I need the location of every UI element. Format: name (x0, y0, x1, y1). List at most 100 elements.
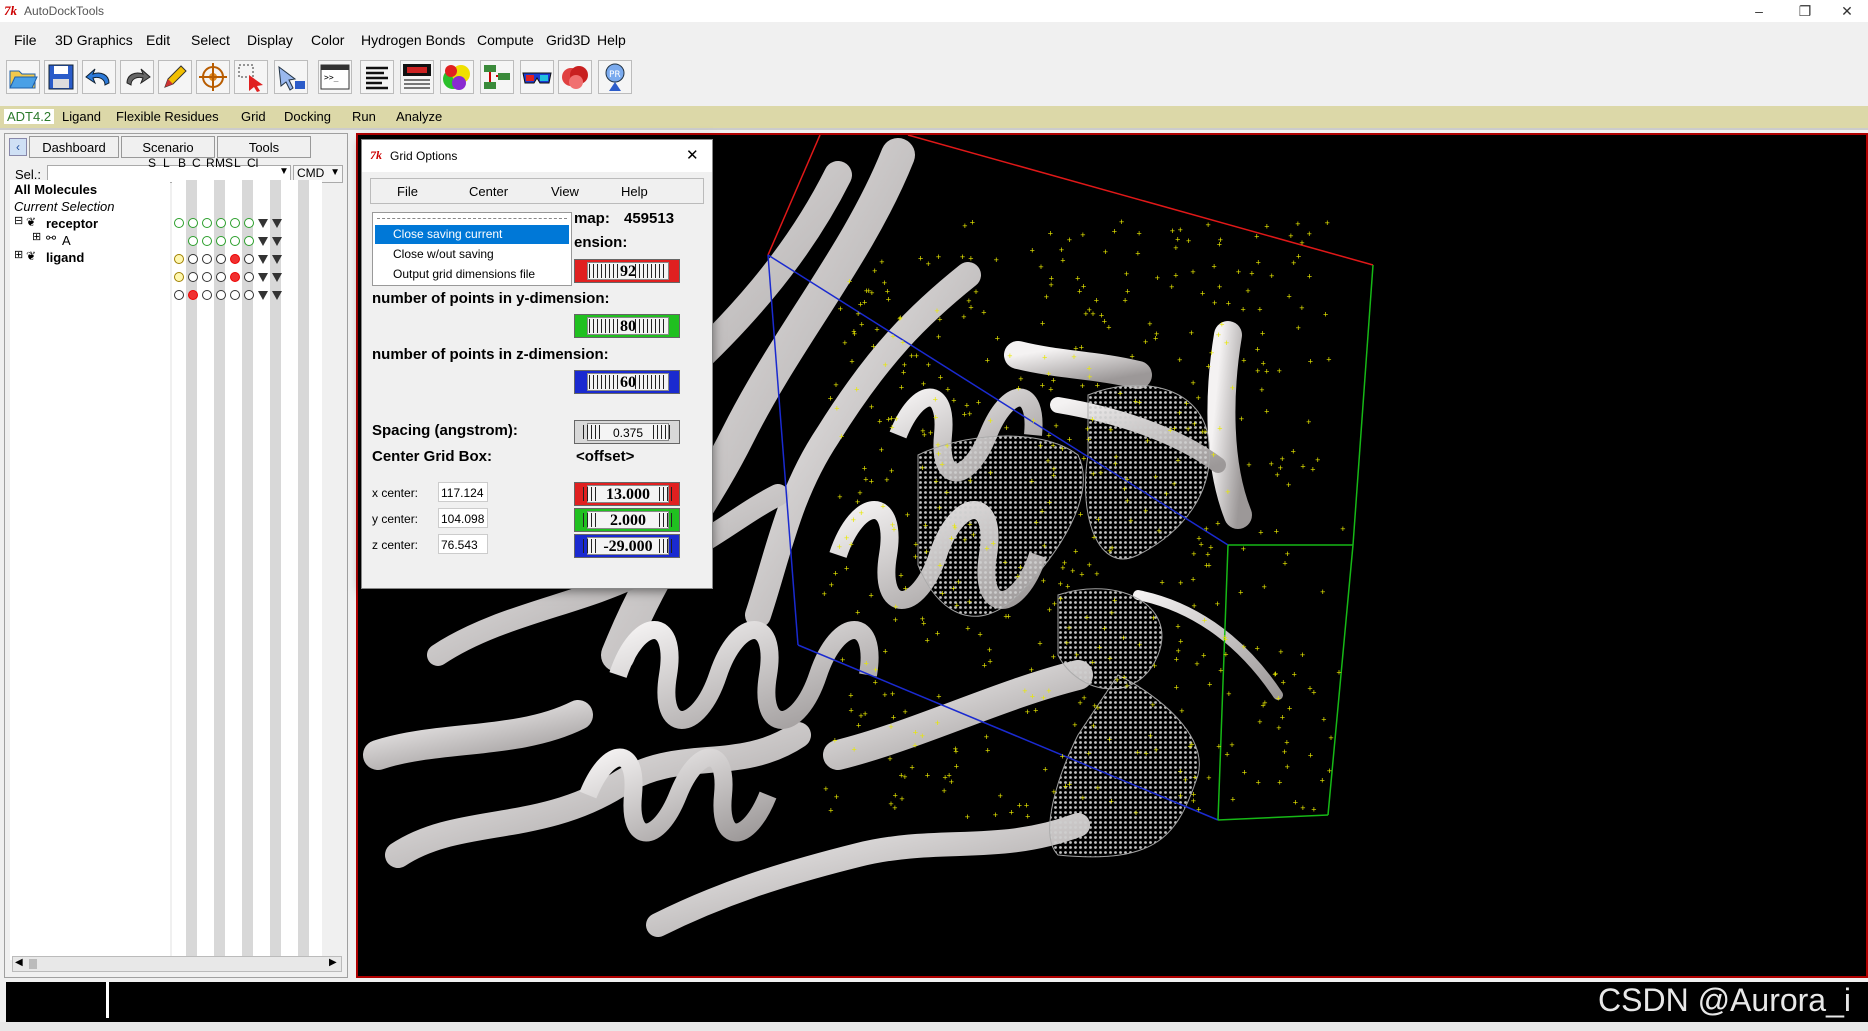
toggle-bonds[interactable] (202, 218, 212, 228)
z-points-thumbwheel[interactable]: 60 (574, 370, 680, 394)
tab-run[interactable]: Run (352, 109, 376, 124)
menu-compute[interactable]: Compute (477, 32, 534, 48)
toggle-ribbon[interactable] (230, 236, 240, 246)
close-icon[interactable]: ✕ (686, 146, 699, 164)
center-target-icon[interactable] (196, 60, 230, 94)
z-center-input[interactable]: 76.543 (438, 534, 488, 554)
toggle-cpk[interactable] (216, 272, 226, 282)
python-shell-icon[interactable]: >>_ (318, 60, 352, 94)
menu-edit[interactable]: Edit (146, 32, 170, 48)
toggle-ms[interactable] (244, 254, 254, 264)
toggle-bonds[interactable] (202, 272, 212, 282)
scroll-left-icon[interactable]: ◀ (15, 957, 23, 968)
col-header-s[interactable]: S (148, 156, 156, 170)
col-header-b[interactable]: B (178, 156, 186, 170)
toggle-cpk[interactable] (216, 236, 226, 246)
x-offset-thumbwheel[interactable]: 13.000 (574, 482, 680, 506)
tree-ligand[interactable]: ligand (46, 250, 84, 265)
surface-icon[interactable] (558, 60, 592, 94)
toggle-bonds[interactable] (202, 290, 212, 300)
tab-grid[interactable]: Grid (241, 109, 266, 124)
y-offset-thumbwheel[interactable]: 2.000 (574, 508, 680, 532)
spacing-thumbwheel[interactable]: 0.375 (574, 420, 680, 444)
tab-dashboard[interactable]: Dashboard (29, 136, 119, 158)
x-center-input[interactable]: 117.124 (438, 482, 488, 502)
toggle-cpk[interactable] (216, 218, 226, 228)
tab-ligand[interactable]: Ligand (62, 109, 101, 124)
toggle-ms[interactable] (244, 290, 254, 300)
toggle-show[interactable] (174, 254, 184, 264)
dialog-menu-help[interactable]: Help (621, 184, 648, 199)
toggle-lines[interactable] (188, 272, 198, 282)
menu-item-close-saving[interactable]: Close saving current (375, 225, 569, 244)
color-dropdown-icon[interactable] (272, 237, 282, 246)
sequence-viewer-icon[interactable] (400, 60, 434, 94)
open-folder-icon[interactable] (6, 60, 40, 94)
toggle-cpk[interactable] (216, 290, 226, 300)
label-dropdown-icon[interactable] (258, 273, 268, 282)
tree-all-molecules[interactable]: All Molecules (14, 182, 97, 197)
tab-adt42[interactable]: ADT4.2 (4, 109, 55, 124)
collapse-icon[interactable]: ‹ (9, 138, 27, 156)
dialog-menu-file[interactable]: File (397, 184, 418, 199)
tree-receptor[interactable]: receptor (46, 216, 98, 231)
tearoff-line[interactable] (377, 218, 567, 219)
color-sphere-icon[interactable] (440, 60, 474, 94)
tab-flexible-residues[interactable]: Flexible Residues (116, 109, 219, 124)
col-header-l[interactable]: L (163, 156, 170, 170)
col-header-c[interactable]: C (192, 156, 201, 170)
color-dropdown-icon[interactable] (272, 255, 282, 264)
stereo-glasses-icon[interactable] (520, 60, 554, 94)
toggle-show[interactable] (174, 290, 184, 300)
dialog-menu-center[interactable]: Center (469, 184, 508, 199)
label-dropdown-icon[interactable] (258, 255, 268, 264)
expand-tree-icon[interactable]: ⊞ (32, 230, 41, 243)
y-points-thumbwheel[interactable]: 80 (574, 314, 680, 338)
toggle-ribbon[interactable] (230, 218, 240, 228)
tab-tools[interactable]: Tools (217, 136, 311, 158)
pencil-icon[interactable] (158, 60, 192, 94)
scroll-thumb[interactable] (29, 959, 37, 969)
label-dropdown-icon[interactable] (258, 291, 268, 300)
col-header-l2[interactable]: L (234, 156, 241, 170)
label-dropdown-icon[interactable] (258, 219, 268, 228)
menu-color[interactable]: Color (311, 32, 344, 48)
toggle-show[interactable] (174, 218, 184, 228)
lines-icon[interactable] (360, 60, 394, 94)
toggle-lines[interactable] (188, 290, 198, 300)
toggle-lines[interactable] (188, 236, 198, 246)
horizontal-scrollbar[interactable]: ◀ ▶ (12, 956, 342, 972)
tree-current-selection[interactable]: Current Selection (14, 199, 114, 214)
toggle-bonds[interactable] (202, 236, 212, 246)
toggle-ms[interactable] (244, 236, 254, 246)
toggle-lines[interactable] (188, 218, 198, 228)
toggle-bonds[interactable] (202, 254, 212, 264)
dialog-menu-view[interactable]: View (551, 184, 579, 199)
toggle-ms[interactable] (244, 272, 254, 282)
expand-tree-icon[interactable]: ⊞ (14, 248, 23, 261)
collapse-tree-icon[interactable]: ⊟ (14, 214, 23, 227)
tab-docking[interactable]: Docking (284, 109, 331, 124)
label-dropdown-icon[interactable] (258, 237, 268, 246)
menu-display[interactable]: Display (247, 32, 293, 48)
menu-select[interactable]: Select (191, 32, 230, 48)
redo-icon[interactable] (120, 60, 154, 94)
undo-icon[interactable] (82, 60, 116, 94)
select-icon[interactable] (234, 60, 268, 94)
tree-chain-a[interactable]: A (62, 233, 71, 248)
col-header-ms[interactable]: MS (215, 156, 233, 170)
tab-analyze[interactable]: Analyze (396, 109, 442, 124)
maximize-button[interactable]: ❐ (1782, 0, 1828, 22)
toggle-lines[interactable] (188, 254, 198, 264)
pick-icon[interactable] (274, 60, 308, 94)
menu-grid3d[interactable]: Grid3D (546, 32, 590, 48)
toggle-ribbon[interactable] (230, 254, 240, 264)
menu-file[interactable]: File (14, 32, 37, 48)
toggle-show[interactable] (174, 272, 184, 282)
scroll-right-icon[interactable]: ▶ (329, 957, 337, 968)
menu-3d-graphics[interactable]: 3D Graphics (55, 32, 133, 48)
toggle-ms[interactable] (244, 218, 254, 228)
toggle-cpk[interactable] (216, 254, 226, 264)
col-header-r[interactable]: R (206, 156, 215, 170)
z-offset-thumbwheel[interactable]: -29.000 (574, 534, 680, 558)
